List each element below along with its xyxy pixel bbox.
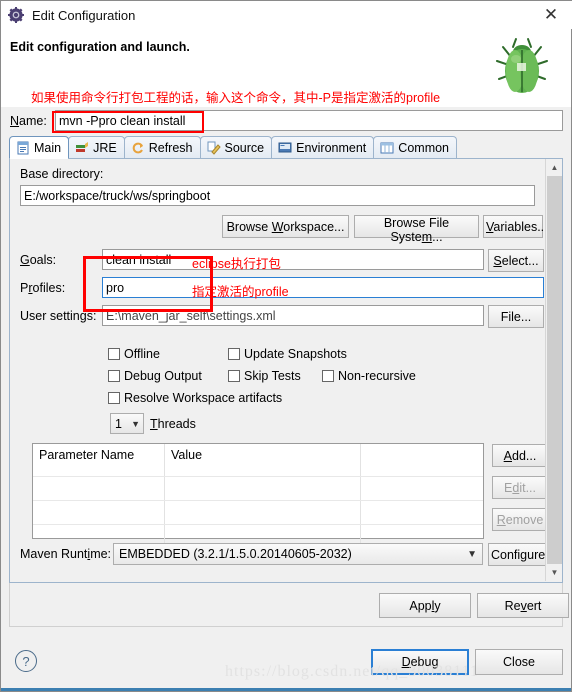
debug-button[interactable]: Debug <box>371 649 469 675</box>
edit-parameter-button[interactable]: Edit... <box>492 476 548 499</box>
source-tab-icon <box>207 141 221 155</box>
scroll-down-icon[interactable]: ▼ <box>546 564 562 581</box>
tab-refresh[interactable]: Refresh <box>123 136 201 158</box>
revert-button[interactable]: Revert <box>477 593 569 618</box>
chevron-down-icon: ▼ <box>131 418 140 429</box>
main-tab-panel: Base directory: Browse Workspace... Brow… <box>9 159 563 583</box>
add-parameter-button[interactable]: Add... <box>492 444 548 467</box>
title-bar: Edit Configuration ✕ <box>1 1 572 29</box>
base-directory-label: Base directory: <box>20 167 104 181</box>
tab-main-label: Main <box>34 140 62 155</box>
checkbox-resolve-workspace-artifacts[interactable]: Resolve Workspace artifacts <box>108 391 282 405</box>
edit-configuration-dialog: Edit Configuration ✕ Edit configuration … <box>0 0 572 692</box>
tab-jre-label: JRE <box>93 140 117 155</box>
checkbox-label-update-snapshots: Update Snapshots <box>244 347 347 361</box>
apply-button[interactable]: Apply <box>379 593 471 618</box>
window-title: Edit Configuration <box>32 7 136 23</box>
refresh-tab-icon <box>131 141 145 155</box>
common-tab-icon <box>380 141 394 155</box>
main-tab-icon <box>16 141 30 155</box>
close-icon[interactable]: ✕ <box>529 1 572 29</box>
tab-source-label: Source <box>224 140 265 155</box>
checkbox-label-debug-output: Debug Output <box>124 369 202 383</box>
checkbox-update-snapshots[interactable]: Update Snapshots <box>228 347 347 361</box>
close-button[interactable]: Close <box>475 649 563 675</box>
column-header-parameter-name: Parameter Name <box>33 444 165 468</box>
jre-tab-icon <box>75 141 89 155</box>
header-title: Edit configuration and launch. <box>10 40 190 54</box>
checkbox-label-offline: Offline <box>124 347 160 361</box>
user-settings-label: User settings: <box>20 309 97 323</box>
checkbox-non-recursive[interactable]: Non-recursive <box>322 369 416 383</box>
table-header-divider <box>33 476 483 477</box>
browse-file-system-button[interactable]: Browse File System... <box>354 215 479 244</box>
header-annotation: 如果使用命令行打包工程的话，输入这个命令，其中-P是指定激活的profile <box>31 91 441 105</box>
tab-common[interactable]: Common <box>373 136 458 158</box>
checkbox-label-resolve-workspace-artifacts: Resolve Workspace artifacts <box>124 391 283 405</box>
column-header-value: Value <box>165 444 361 468</box>
name-row: Name: <box>1 107 571 135</box>
tab-jre[interactable]: JRE <box>68 136 125 158</box>
checkbox-debug-output[interactable]: Debug Output <box>108 369 202 383</box>
green-bug-icon <box>483 31 559 103</box>
goals-label: Goals: <box>20 253 57 267</box>
checkbox-box-offline[interactable] <box>108 348 120 360</box>
main-tab-content: Base directory: Browse Workspace... Brow… <box>10 159 556 581</box>
parameters-table[interactable]: Parameter Name Value <box>32 443 484 548</box>
scrollbar-thumb[interactable] <box>547 176 562 564</box>
checkbox-box-update-snapshots[interactable] <box>228 348 240 360</box>
checkbox-label-non-recursive: Non-recursive <box>338 369 416 383</box>
configure-maven-runtime-button[interactable]: Configure... <box>488 543 556 566</box>
panel-scrollbar[interactable]: ▲ ▼ <box>545 159 562 581</box>
tab-main[interactable]: Main <box>9 136 70 159</box>
chevron-down-icon: ▼ <box>467 548 477 560</box>
help-icon[interactable]: ? <box>15 650 37 672</box>
browse-workspace-button[interactable]: Browse Workspace... <box>222 215 349 238</box>
scroll-up-icon[interactable]: ▲ <box>546 159 562 176</box>
column-header-blank <box>361 444 483 468</box>
checkbox-box-debug-output[interactable] <box>108 370 120 382</box>
table-row[interactable] <box>33 500 483 524</box>
user-settings-file-button[interactable]: File... <box>488 305 544 328</box>
maven-runtime-value: EMBEDDED (3.2.1/1.5.0.20140605-2032) <box>119 547 352 561</box>
dialog-footer: ? Debug Close <box>1 635 571 691</box>
checkbox-box-resolve-workspace-artifacts[interactable] <box>108 392 120 404</box>
dialog-header: Edit configuration and launch. 如果使用命令行打包… <box>1 29 571 107</box>
apply-revert-row: Apply Revert <box>9 583 569 627</box>
name-input[interactable] <box>55 110 563 131</box>
environment-tab-icon <box>278 141 292 155</box>
tab-source[interactable]: Source <box>199 136 273 158</box>
table-row[interactable] <box>33 468 483 500</box>
bottom-accent-strip <box>1 688 571 691</box>
tab-common-label: Common <box>398 140 450 155</box>
base-directory-input[interactable] <box>20 185 535 206</box>
threads-label: Threads <box>150 417 196 431</box>
config-gear-icon <box>8 7 24 23</box>
variables-button[interactable]: Variables... <box>483 215 548 238</box>
checkbox-label-skip-tests: Skip Tests <box>244 369 301 383</box>
profiles-input[interactable] <box>102 277 544 298</box>
maven-runtime-label: Maven Runtime: <box>20 547 112 561</box>
remove-parameter-button[interactable]: Remove <box>492 508 548 531</box>
checkbox-offline[interactable]: Offline <box>108 347 160 361</box>
checkbox-box-skip-tests[interactable] <box>228 370 240 382</box>
profiles-label: Profiles: <box>20 281 66 295</box>
tab-refresh-label: Refresh <box>148 140 193 155</box>
threads-value: 1 <box>115 416 122 431</box>
checkbox-skip-tests[interactable]: Skip Tests <box>228 369 301 383</box>
goals-select-button[interactable]: Select... <box>488 249 544 272</box>
name-label: Name: <box>10 114 47 128</box>
checkbox-box-non-recursive[interactable] <box>322 370 334 382</box>
maven-runtime-dropdown[interactable]: EMBEDDED (3.2.1/1.5.0.20140605-2032) ▼ <box>113 543 483 565</box>
user-settings-input[interactable] <box>102 305 484 326</box>
threads-dropdown[interactable]: 1 ▼ <box>110 413 144 434</box>
tab-environment-label: Environment <box>296 140 367 155</box>
goals-input[interactable] <box>102 249 484 270</box>
tab-environment[interactable]: Environment <box>271 136 375 158</box>
tab-strip: Main JRE Refresh Source Environment Comm… <box>9 136 563 159</box>
parameters-table-header: Parameter Name Value <box>33 444 483 468</box>
